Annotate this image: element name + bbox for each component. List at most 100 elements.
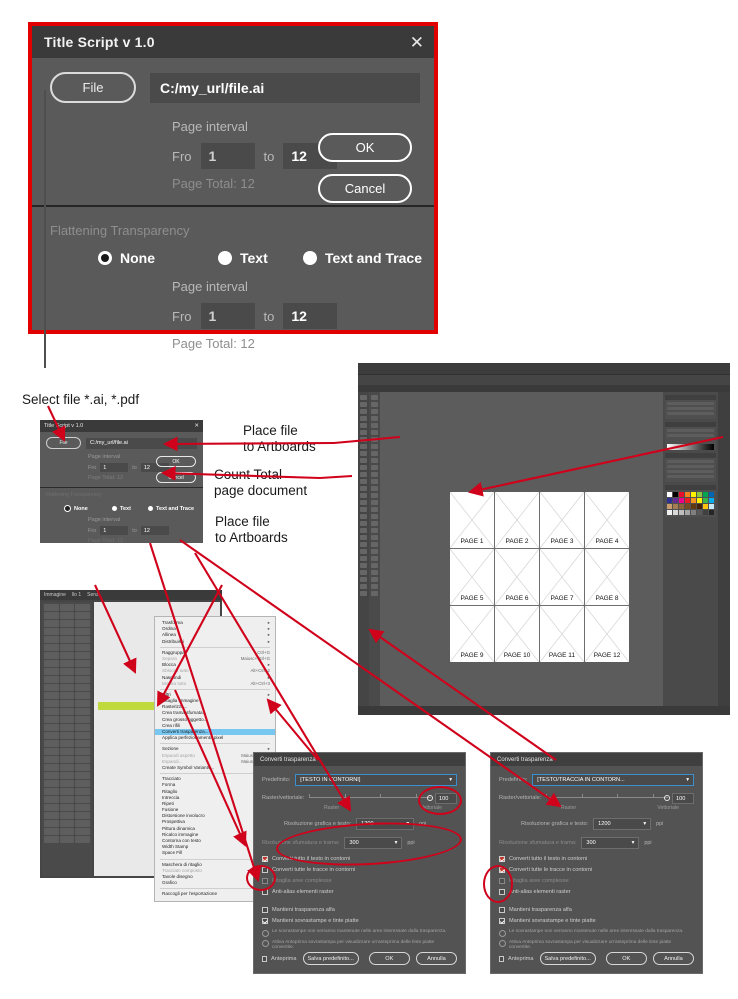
cancel-button[interactable]: Cancel	[318, 174, 412, 203]
rotate-tool-icon[interactable]	[360, 486, 367, 491]
secondary-tool-38-icon[interactable]	[59, 700, 75, 707]
secondary-tool-68-icon[interactable]	[59, 780, 75, 787]
secondary-tool-87-icon[interactable]	[75, 828, 90, 835]
color-swatch[interactable]	[691, 510, 696, 515]
color-swatch[interactable]	[703, 510, 708, 515]
secondary-tool-44-icon[interactable]	[59, 716, 75, 723]
gradient-tool-icon[interactable]	[360, 535, 367, 540]
artboard-page[interactable]: PAGE 8	[585, 549, 629, 605]
ct-right-cb-overprint[interactable]: Mantieni sovrastampe e tinte piatte	[499, 918, 694, 924]
menu-item[interactable]: Applica perfezionamento pixel	[155, 735, 275, 741]
ct-right-cb-strokes[interactable]: Converti tutte le tracce in contorni	[499, 867, 694, 873]
ct-right-save-preset-button[interactable]: Salva predefinito...	[539, 952, 596, 965]
secondary-tool-42-icon[interactable]	[75, 708, 90, 715]
secondary-tool-65-icon[interactable]	[59, 772, 75, 779]
gradient-slider[interactable]	[667, 444, 714, 450]
file-button[interactable]: File	[50, 72, 136, 103]
illustrator-canvas[interactable]: PAGE 1 PAGE 2 PAGE 3 PAGE 4 PAGE 5 PAGE 6 PAGE…	[380, 392, 663, 706]
color-swatch[interactable]	[709, 498, 714, 503]
mini-to-input-2[interactable]: 12	[140, 526, 169, 535]
secondary-tool-28-icon[interactable]	[44, 676, 59, 683]
ct-left-cb-alpha[interactable]: Mantieni trasparenza alfa	[262, 907, 457, 913]
tool-b-27-icon[interactable]	[371, 577, 378, 582]
mini-file-button[interactable]: File	[46, 437, 81, 449]
secondary-tool-12-icon[interactable]	[75, 628, 90, 635]
artboard-page[interactable]: PAGE 7	[540, 549, 584, 605]
ct-right-cb-antialias[interactable]: Anti-alias elementi raster	[499, 889, 694, 895]
ct-right-ok-button[interactable]: OK	[605, 952, 647, 965]
secondary-tool-32-icon[interactable]	[59, 684, 75, 691]
paintbrush-tool-icon[interactable]	[360, 458, 367, 463]
color-swatch[interactable]	[673, 504, 678, 509]
scale-tool-icon[interactable]	[360, 493, 367, 498]
secondary-tool-45-icon[interactable]	[75, 716, 90, 723]
color-swatch[interactable]	[691, 492, 696, 497]
mini-file-path-input[interactable]: C:/my_url/file.ai	[86, 437, 197, 449]
secondary-tool-51-icon[interactable]	[75, 732, 90, 739]
color-swatch[interactable]	[673, 492, 678, 497]
ct-right-res-graphics-select[interactable]: 1200 ▾	[593, 818, 652, 830]
tool-b-24-icon[interactable]	[371, 556, 378, 561]
mini-radio-text[interactable]: Text	[112, 505, 148, 512]
color-swatch[interactable]	[679, 498, 684, 503]
mini-from-input[interactable]: 1	[100, 463, 129, 472]
secondary-tool-13-icon[interactable]	[44, 636, 59, 643]
color-swatch[interactable]	[709, 510, 714, 515]
color-swatch[interactable]	[685, 498, 690, 503]
secondary-tool-62-icon[interactable]	[59, 764, 75, 771]
color-swatch[interactable]	[697, 498, 702, 503]
ct-right-balance-slider[interactable]: 100	[546, 793, 694, 804]
color-swatch[interactable]	[697, 510, 702, 515]
tool-b-23-icon[interactable]	[371, 549, 378, 554]
panel-document-setup[interactable]	[665, 395, 716, 419]
eraser-tool-icon[interactable]	[360, 479, 367, 484]
illustrator-toolbar-left[interactable]	[358, 392, 369, 706]
color-swatch[interactable]	[703, 498, 708, 503]
secondary-tool-60-icon[interactable]	[75, 756, 90, 763]
secondary-tool-19-icon[interactable]	[44, 652, 59, 659]
radio-none[interactable]: None	[98, 250, 218, 266]
checkbox-icon[interactable]	[499, 955, 505, 962]
illustrator-icon-dock[interactable]	[718, 392, 730, 706]
secondary-tool-48-icon[interactable]	[75, 724, 90, 731]
tool-b-29-icon[interactable]	[371, 591, 378, 596]
tool-b-22-icon[interactable]	[371, 542, 378, 547]
panel-transform[interactable]	[665, 453, 716, 482]
ct-left-res-gradient-select[interactable]: 300 ▾	[344, 837, 403, 849]
tool-b-1-icon[interactable]	[371, 395, 378, 400]
mini-radio-none[interactable]: None	[64, 505, 112, 512]
ct-right-balance-value[interactable]: 100	[672, 793, 694, 804]
color-swatch[interactable]	[697, 492, 702, 497]
magic-wand-tool-icon[interactable]	[360, 409, 367, 414]
direct-selection-tool-icon[interactable]	[360, 402, 367, 407]
artboard-page[interactable]: PAGE 3	[540, 492, 584, 548]
ct-left-cancel-button[interactable]: Annulla	[415, 952, 457, 965]
ct-right-cb-alpha[interactable]: Mantieni trasparenza alfa	[499, 907, 694, 913]
secondary-tool-20-icon[interactable]	[59, 652, 75, 659]
perspective-grid-tool-icon[interactable]	[360, 521, 367, 526]
tool-b-12-icon[interactable]	[371, 472, 378, 477]
secondary-tool-2-icon[interactable]	[59, 604, 75, 611]
secondary-tool-53-icon[interactable]	[59, 740, 75, 747]
secondary-tool-52-icon[interactable]	[44, 740, 59, 747]
secondary-document-area[interactable]: Trasforma ▸ Ordina ▸ Allinea ▸ Distribuisci ▸ Ra…	[94, 602, 276, 902]
secondary-tool-14-icon[interactable]	[59, 636, 75, 643]
artboard-page[interactable]: PAGE 12	[585, 606, 629, 662]
secondary-tool-46-icon[interactable]	[44, 724, 59, 731]
secondary-tool-18-icon[interactable]	[75, 644, 90, 651]
secondary-tool-11-icon[interactable]	[59, 628, 75, 635]
tab-immagine[interactable]: Immagine	[44, 592, 66, 598]
secondary-tool-59-icon[interactable]	[59, 756, 75, 763]
ct-left-balance-slider[interactable]: 100	[309, 793, 457, 804]
tool-b-10-icon[interactable]	[371, 458, 378, 463]
artboard-page[interactable]: PAGE 10	[495, 606, 539, 662]
secondary-tool-23-icon[interactable]	[59, 660, 75, 667]
ok-button[interactable]: OK	[318, 133, 412, 162]
ct-left-cb-antialias[interactable]: Anti-alias elementi raster	[262, 889, 457, 895]
slider-knob[interactable]	[664, 794, 670, 801]
tool-b-7-icon[interactable]	[371, 437, 378, 442]
tool-b-25-icon[interactable]	[371, 563, 378, 568]
shaper-tool-icon[interactable]	[360, 465, 367, 470]
color-swatch[interactable]	[709, 492, 714, 497]
secondary-tool-74-icon[interactable]	[59, 796, 75, 803]
